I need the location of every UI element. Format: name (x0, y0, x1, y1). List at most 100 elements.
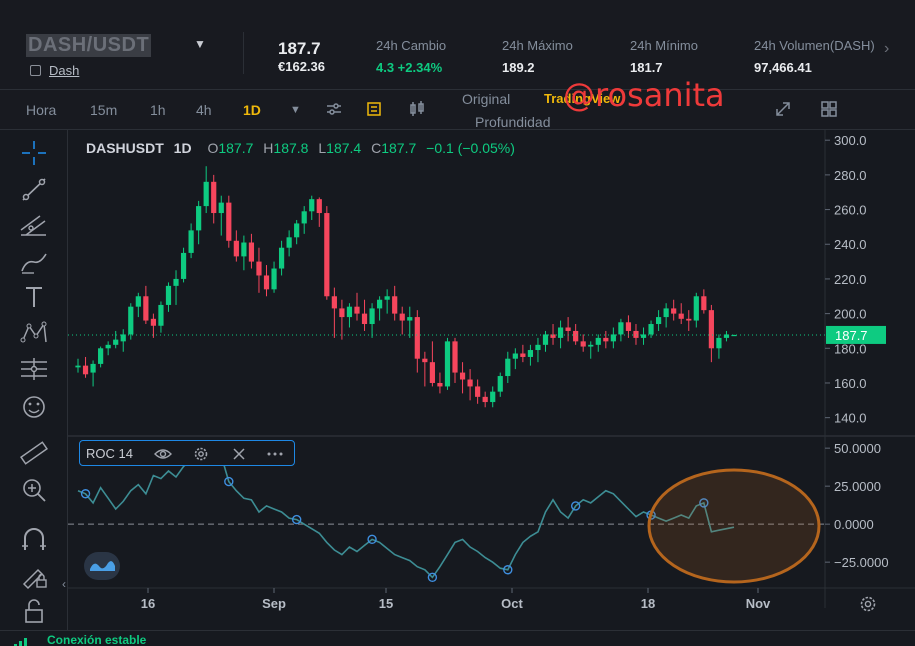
candle-body (241, 242, 247, 257)
brush-icon[interactable] (18, 246, 50, 276)
candle-body (278, 247, 285, 269)
legend-high-label: H (263, 140, 274, 156)
legend-symbol: DASHUSDT (86, 140, 164, 156)
stat-value: 97,466.41 (754, 60, 812, 75)
time-tick-label: Nov (746, 596, 771, 611)
eye-icon[interactable] (154, 445, 172, 463)
coin-info-link[interactable]: Dash (30, 63, 79, 78)
candle-body (294, 223, 300, 238)
stat-label: 24h Volumen(DASH) (754, 38, 875, 53)
legend-close: 187.7 (381, 140, 417, 156)
axis-settings-gear-icon (860, 596, 876, 612)
candle-body (444, 341, 451, 387)
candle-body (196, 206, 202, 231)
gear-icon[interactable] (192, 445, 210, 463)
candle-body (203, 181, 209, 207)
legend-close-label: C (371, 140, 382, 156)
legend-high: 187.8 (273, 140, 309, 156)
candle-body (188, 230, 194, 253)
stat-value: 181.7 (630, 60, 663, 75)
roc-tick-label: −25.0000 (834, 555, 889, 570)
collapse-toolbar-icon[interactable]: ‹ (62, 577, 66, 591)
drawing-toolbar: ‹ (0, 130, 68, 630)
candle-body (158, 304, 164, 326)
chevron-right-icon[interactable]: › (884, 40, 889, 58)
fib-channel-icon[interactable] (18, 210, 50, 240)
candle-body (120, 334, 126, 342)
roc-tick-label: 0.0000 (834, 517, 874, 532)
candle-body (459, 372, 466, 380)
timeframe-1h[interactable]: 1h (150, 102, 166, 118)
candle-body (512, 353, 518, 359)
candle-body (671, 308, 677, 314)
view-original[interactable]: Original (462, 91, 510, 107)
chart-area[interactable]: 187.7 140.0 160.0 180.0 200.0 220.0 240.0 260.0… (68, 130, 915, 630)
candle-body (165, 285, 172, 305)
timeframe-hora[interactable]: Hora (26, 102, 56, 118)
chevron-down-icon[interactable]: ▼ (194, 37, 206, 51)
symbol-selector[interactable]: DASH/USDT (26, 34, 152, 57)
emoji-icon[interactable] (18, 392, 50, 422)
timeframe-4h[interactable]: 4h (196, 102, 212, 118)
time-tick-label: 15 (379, 596, 393, 611)
price-tick-label: 260.0 (834, 203, 867, 218)
candle-body (301, 211, 307, 224)
stat-24h-low: 24h Mínimo 181.7 (630, 38, 698, 75)
unlock-icon[interactable] (18, 596, 50, 626)
stat-24h-high: 24h Máximo 189.2 (502, 38, 573, 75)
candle-body (384, 296, 390, 300)
candle-body (580, 341, 586, 347)
lock-drawing-icon[interactable] (18, 560, 50, 590)
view-depth[interactable]: Profundidad (475, 114, 551, 130)
candle-body (180, 252, 187, 279)
watermark: @rosanita (563, 76, 725, 114)
time-tick-label: 18 (641, 596, 655, 611)
candle-body (633, 330, 639, 338)
candle-body (603, 337, 609, 342)
candle-body (497, 376, 503, 392)
legend-timeframe: 1D (173, 140, 192, 156)
indicators-icon[interactable] (365, 100, 383, 118)
magnet-icon[interactable] (18, 524, 50, 554)
roc-tick-label: 25.0000 (834, 479, 881, 494)
candle-body (686, 318, 692, 321)
candle-body (610, 334, 616, 342)
indicator-badge[interactable]: ROC 14 (79, 440, 295, 466)
candle-type-icon[interactable] (408, 100, 426, 118)
text-tool-icon[interactable] (18, 282, 50, 312)
price-chart-svg[interactable]: 187.7 140.0 160.0 180.0 200.0 220.0 240.0 260.0… (68, 130, 915, 630)
layout-grid-icon[interactable] (820, 100, 838, 118)
legend-change: −0.1 (−0.05%) (426, 140, 515, 156)
stat-24h-change: 24h Cambio 4.3 +2.34% (376, 38, 446, 75)
price-tick-label: 200.0 (834, 307, 867, 322)
candle-body (520, 353, 526, 357)
candle-body (550, 334, 556, 338)
price-tick-label: 220.0 (834, 272, 867, 287)
candle-body (316, 199, 322, 214)
fullscreen-icon[interactable] (774, 100, 792, 118)
last-price: 187.7 (278, 39, 321, 58)
tradingview-logo-icon[interactable] (84, 552, 120, 580)
timeframe-15m[interactable]: 15m (90, 102, 117, 118)
gear-hub (864, 600, 872, 608)
candle-body (143, 296, 149, 321)
trend-line-icon[interactable] (18, 174, 50, 204)
ruler-icon[interactable] (18, 438, 50, 468)
candle-body (346, 306, 353, 318)
zoom-in-icon[interactable] (18, 475, 50, 505)
candle-body (527, 350, 534, 357)
more-icon[interactable] (266, 445, 284, 463)
close-icon[interactable] (230, 445, 248, 463)
price-tick-label: 160.0 (834, 376, 867, 391)
settings-sliders-icon[interactable] (325, 100, 343, 118)
time-tick-label: 16 (141, 596, 155, 611)
crosshair-icon[interactable] (18, 138, 50, 168)
ohlc-legend: DASHUSDT 1D O187.7 H187.8 L187.4 C187.7 … (86, 140, 521, 156)
forecast-icon[interactable] (18, 354, 50, 384)
candle-body (90, 363, 96, 373)
timeframe-1d[interactable]: 1D (243, 102, 261, 118)
candle-body (75, 365, 81, 368)
timeframe-more-chevron-icon[interactable]: ▼ (290, 104, 301, 116)
legend-open: 187.7 (218, 140, 254, 156)
pattern-icon[interactable] (18, 318, 50, 348)
